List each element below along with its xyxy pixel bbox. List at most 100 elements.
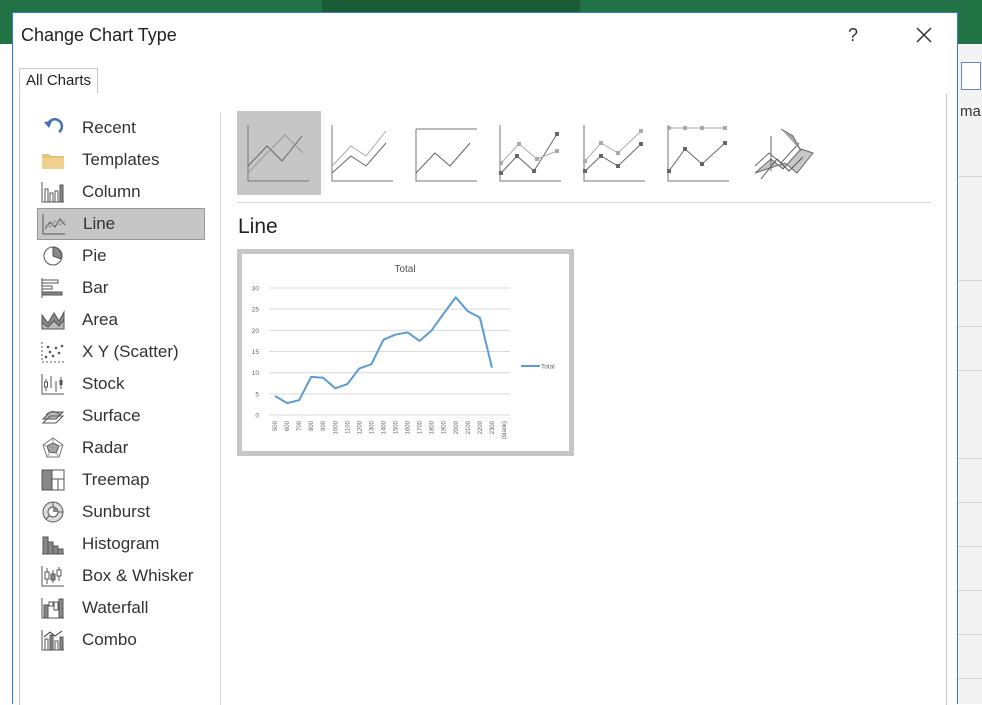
surface-chart-icon: [40, 403, 66, 429]
stacked-line-subtype-icon: [331, 125, 393, 182]
subtype-line[interactable]: [237, 111, 321, 195]
excel-ribbon-tab-area: [322, 0, 580, 12]
chart-title: Total: [394, 264, 415, 275]
category-templates[interactable]: Templates: [37, 144, 205, 176]
ribbon-partial-label: ma: [960, 103, 981, 120]
category-area[interactable]: Area: [37, 304, 205, 336]
subtype-3d-line[interactable]: [741, 111, 825, 195]
chart-category-list: Recent Templates Column Line Pie Bar Are…: [37, 112, 205, 656]
category-xy-scatter[interactable]: X Y (Scatter): [37, 336, 205, 368]
category-label: Radar: [82, 438, 129, 457]
x-tick-label: 1900: [442, 420, 448, 434]
category-sunburst[interactable]: Sunburst: [37, 496, 205, 528]
category-label: Combo: [82, 630, 137, 649]
selected-subtype-name: Line: [238, 215, 278, 238]
y-tick-label: 30: [252, 286, 260, 293]
all-charts-panel: Recent Templates Column Line Pie Bar Are…: [19, 94, 947, 705]
subtype-stacked-line-with-markers[interactable]: [573, 111, 657, 195]
category-box-whisker[interactable]: Box & Whisker: [37, 560, 205, 592]
x-tick-label: 1800: [430, 420, 436, 434]
category-label: Area: [82, 310, 118, 329]
x-tick-label: 800: [309, 420, 315, 431]
category-bar[interactable]: Bar: [37, 272, 205, 304]
box-whisker-chart-icon: [40, 563, 66, 589]
category-label: Sunburst: [82, 502, 151, 521]
line-chart-icon: [41, 211, 67, 237]
line-subtype-icon: [247, 125, 309, 182]
chart-preview[interactable]: Total 0 5 10 15 20 25 30 500 600 700 800 900 1000 110…: [237, 249, 574, 456]
category-label: X Y (Scatter): [82, 342, 179, 361]
line-with-markers-subtype-icon: [499, 125, 561, 182]
series-line-total: [274, 296, 493, 405]
y-tick-label: 10: [252, 370, 260, 377]
category-pie[interactable]: Pie: [37, 240, 205, 272]
100-stacked-line-subtype-icon: [415, 128, 477, 182]
close-icon: [916, 27, 932, 43]
x-tick-label: 1600: [406, 420, 412, 434]
stacked-line-with-markers-subtype-icon: [583, 125, 645, 182]
x-tick-label: 1700: [418, 420, 424, 434]
y-tick-label: 25: [252, 307, 260, 314]
category-column[interactable]: Column: [37, 176, 205, 208]
bar-chart-icon: [40, 275, 66, 301]
x-tick-label: 700: [297, 420, 303, 431]
3d-line-subtype-icon: [754, 128, 814, 180]
x-tick-label: 500: [273, 420, 279, 431]
category-label: Waterfall: [82, 598, 149, 617]
100-stacked-line-with-markers-subtype-icon: [667, 125, 729, 182]
category-stock[interactable]: Stock: [37, 368, 205, 400]
area-chart-icon: [40, 307, 66, 333]
y-tick-label: 5: [255, 391, 259, 398]
pie-chart-icon: [40, 243, 66, 269]
category-recent[interactable]: Recent: [37, 112, 205, 144]
subtype-line-with-markers[interactable]: [489, 111, 573, 195]
x-tick-label: 1400: [381, 420, 387, 434]
category-label: Treemap: [82, 470, 150, 489]
sunburst-chart-icon: [40, 499, 66, 525]
category-label: Column: [82, 182, 141, 201]
recent-icon: [40, 115, 66, 141]
category-label: Bar: [82, 278, 109, 297]
x-tick-label: 900: [321, 420, 327, 431]
y-tick-label: 0: [255, 413, 259, 420]
waterfall-chart-icon: [40, 595, 66, 621]
change-chart-type-dialog: Change Chart Type ? All Charts Recent Te…: [12, 12, 958, 705]
y-tick-label: 15: [252, 349, 260, 356]
subtype-stacked-line[interactable]: [321, 111, 405, 195]
category-line[interactable]: Line: [37, 208, 205, 240]
category-label: Surface: [82, 406, 141, 425]
dialog-title: Change Chart Type: [21, 25, 177, 45]
category-treemap[interactable]: Treemap: [37, 464, 205, 496]
category-histogram[interactable]: Histogram: [37, 528, 205, 560]
tab-bar: All Charts: [19, 68, 947, 95]
combo-chart-icon: [40, 627, 66, 653]
x-tick-label: 2200: [478, 420, 484, 434]
category-waterfall[interactable]: Waterfall: [37, 592, 205, 624]
x-tick-label: 1300: [369, 420, 375, 434]
category-label: Recent: [82, 118, 136, 137]
category-combo[interactable]: Combo: [37, 624, 205, 656]
legend-label: Total: [541, 364, 555, 371]
x-tick-label: 2000: [454, 420, 460, 434]
folder-icon: [40, 147, 66, 173]
subtype-100-stacked-line-with-markers[interactable]: [657, 111, 741, 195]
x-tick-label: 1000: [333, 420, 339, 434]
category-label: Line: [83, 214, 116, 233]
scatter-chart-icon: [40, 339, 66, 365]
category-surface[interactable]: Surface: [37, 400, 205, 432]
gallery-divider: [237, 202, 931, 203]
category-divider: [220, 112, 221, 705]
tab-all-charts[interactable]: All Charts: [19, 68, 99, 94]
category-radar[interactable]: Radar: [37, 432, 205, 464]
category-label: Pie: [82, 246, 107, 265]
subtype-100-stacked-line[interactable]: [405, 111, 489, 195]
category-label: Histogram: [82, 534, 160, 553]
x-tick-label: 1500: [394, 420, 400, 434]
y-tick-label: 20: [252, 328, 260, 335]
help-button[interactable]: ?: [839, 21, 867, 49]
x-tick-label: 1200: [357, 420, 363, 434]
x-tick-label: 1100: [345, 420, 351, 434]
histogram-chart-icon: [40, 531, 66, 557]
treemap-chart-icon: [40, 467, 66, 493]
close-button[interactable]: [909, 21, 939, 49]
